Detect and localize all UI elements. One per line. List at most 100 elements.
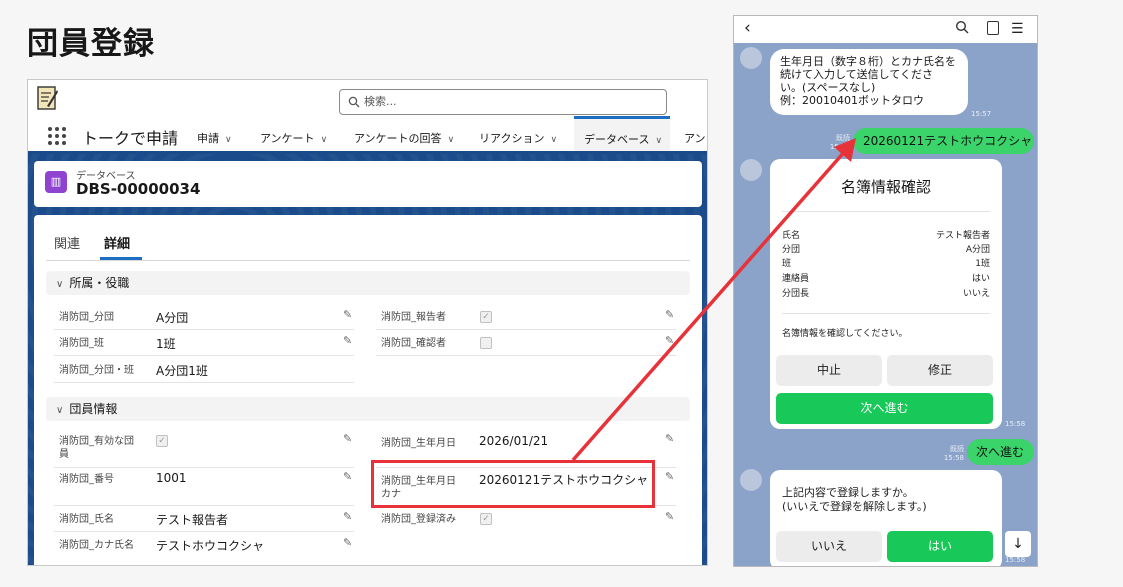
card-key: 分団長 — [782, 289, 810, 299]
bot-message: 生年月日（数字８桁）とカナ氏名を 続けて入力して送信してくださ い。(スペースな… — [770, 49, 968, 115]
read-indicator: 既読 — [950, 445, 964, 453]
no-button[interactable]: いいえ — [776, 531, 882, 562]
field-label: 消防団_班 — [59, 338, 104, 349]
divider — [54, 531, 354, 532]
search-icon — [348, 96, 360, 108]
page-title: 団員登録 — [27, 26, 155, 62]
field-label: 消防団_分団・班 — [59, 365, 134, 376]
registered-checkbox: ✓ — [480, 513, 492, 525]
timestamp: 15:58 — [829, 143, 850, 151]
user-message: 次へ進む — [967, 439, 1034, 465]
divider — [54, 382, 354, 383]
detail-panel: 関連 詳細 ∨ 所属・役職 消防団_分団 A分団 ✎ 消防団_班 1班 ✎ 消防団… — [34, 215, 702, 565]
field-value: 1001 — [156, 471, 187, 485]
card-value: A分団 — [965, 245, 990, 255]
field-label: 消防団_番号 — [59, 474, 114, 485]
chevron-down-icon: ∨ — [550, 135, 558, 145]
card-key: 氏名 — [782, 231, 801, 241]
card-value: 1班 — [975, 259, 990, 269]
register-confirm-card: 上記内容で登録しますか。 (いいえで登録を解除します。) いいえ はい — [770, 470, 1002, 566]
field-value: A分団1班 — [156, 364, 208, 378]
chat-top-bar: ‹ ☰ — [734, 16, 1037, 43]
menu-icon[interactable]: ☰ — [1011, 21, 1024, 37]
cancel-button[interactable]: 中止 — [776, 355, 882, 386]
divider — [46, 260, 690, 261]
highlight-box — [371, 460, 655, 508]
pencil-icon[interactable]: ✎ — [343, 536, 352, 549]
divider — [54, 505, 354, 506]
yes-button[interactable]: はい — [887, 531, 993, 562]
chevron-down-icon: ∨ — [655, 136, 663, 146]
confirm-card: 名簿情報確認 氏名 テスト報告者 分団 A分団 班 1班 連絡員 はい 分団長 … — [770, 159, 1002, 429]
sf-header: 検索... — [28, 80, 707, 116]
timestamp: 15:58 — [943, 454, 964, 462]
record-header: ▥ データベース DBS-00000034 — [34, 161, 702, 207]
edit-button[interactable]: 修正 — [887, 355, 993, 386]
card-value: テスト報告者 — [935, 231, 990, 241]
reporter-checkbox: ✓ — [480, 311, 492, 323]
scroll-down-icon[interactable]: ↓ — [1005, 531, 1031, 557]
next-button[interactable]: 次へ進む — [776, 393, 993, 424]
line-chat-window: ‹ ☰ 生年月日（数字８桁）とカナ氏名を 続けて入力して送信してくださ い。(ス… — [733, 15, 1038, 567]
field-label: 消防団_分団 — [59, 312, 114, 323]
pencil-icon[interactable]: ✎ — [665, 334, 674, 347]
database-record-icon: ▥ — [45, 171, 67, 193]
bot-avatar — [740, 47, 762, 69]
divider — [54, 355, 354, 356]
user-message: 20260121テストホウコクシャ — [853, 128, 1034, 154]
confirmer-checkbox — [480, 337, 492, 349]
pencil-icon[interactable]: ✎ — [343, 308, 352, 321]
read-indicator: 既読 — [836, 134, 850, 142]
tab-details[interactable]: 詳細 — [104, 233, 130, 252]
pencil-icon[interactable]: ✎ — [665, 470, 674, 483]
chevron-down-icon: ∨ — [320, 135, 328, 145]
search-icon[interactable] — [955, 20, 969, 34]
divider — [782, 313, 990, 314]
tab-application[interactable]: 申請 ∨ — [197, 130, 232, 146]
timestamp: 15:58 — [1005, 556, 1026, 564]
timestamp: 15:58 — [1005, 420, 1026, 428]
notes-icon[interactable] — [987, 21, 999, 35]
card-title: 名簿情報確認 — [840, 178, 931, 196]
pencil-icon[interactable]: ✎ — [343, 510, 352, 523]
section-member-info[interactable]: ∨ 団員情報 — [46, 397, 690, 421]
nav-bar: トークで申請 申請 ∨ アンケート ∨ アンケートの回答 ∨ リアクション ∨ データベ… — [28, 116, 707, 154]
pencil-icon[interactable]: ✎ — [665, 510, 674, 523]
field-label: 消防団_氏名 — [59, 514, 114, 525]
chevron-down-icon: ∨ — [56, 405, 64, 416]
field-label: 消防団_生年月日 — [381, 438, 456, 449]
divider — [782, 211, 990, 212]
card-value: はい — [971, 274, 990, 284]
pencil-icon[interactable]: ✎ — [343, 432, 352, 445]
field-value: 2026/01/21 — [479, 434, 549, 448]
tab-database[interactable]: データベース ∨ — [574, 116, 671, 151]
tab-survey-answers[interactable]: アンケートの回答 ∨ — [354, 130, 454, 146]
divider — [376, 329, 676, 330]
field-value: テスト報告者 — [156, 513, 229, 527]
app-launcher-icon[interactable] — [48, 127, 66, 145]
field-label: 消防団_登録済み — [381, 514, 456, 525]
card-message: 名簿情報を確認してください。 — [782, 329, 908, 339]
app-name: トークで申請 — [82, 129, 179, 148]
pencil-icon[interactable]: ✎ — [665, 432, 674, 445]
field-label: 消防団_カナ氏名 — [59, 540, 134, 551]
field-value: A分団 — [156, 311, 189, 325]
search-input[interactable]: 検索... — [339, 89, 667, 115]
section-affiliation[interactable]: ∨ 所属・役職 — [46, 271, 690, 295]
bot-avatar — [740, 159, 762, 181]
pencil-icon[interactable]: ✎ — [343, 334, 352, 347]
divider — [54, 467, 354, 468]
pencil-icon[interactable]: ✎ — [665, 308, 674, 321]
back-icon[interactable]: ‹ — [744, 18, 751, 38]
chevron-down-icon: ∨ — [447, 135, 455, 145]
pencil-icon[interactable]: ✎ — [343, 470, 352, 483]
tab-more[interactable]: アン — [684, 130, 706, 146]
divider — [376, 355, 676, 356]
tab-reaction[interactable]: リアクション ∨ — [479, 130, 557, 146]
card-key: 班 — [782, 259, 792, 269]
bot-avatar — [740, 469, 762, 491]
field-value: 1班 — [156, 337, 176, 351]
tab-survey[interactable]: アンケート ∨ — [260, 130, 327, 146]
confirm-message: 上記内容で登録しますか。 (いいえで登録を解除します。) — [782, 486, 927, 513]
tab-related[interactable]: 関連 — [54, 233, 80, 252]
